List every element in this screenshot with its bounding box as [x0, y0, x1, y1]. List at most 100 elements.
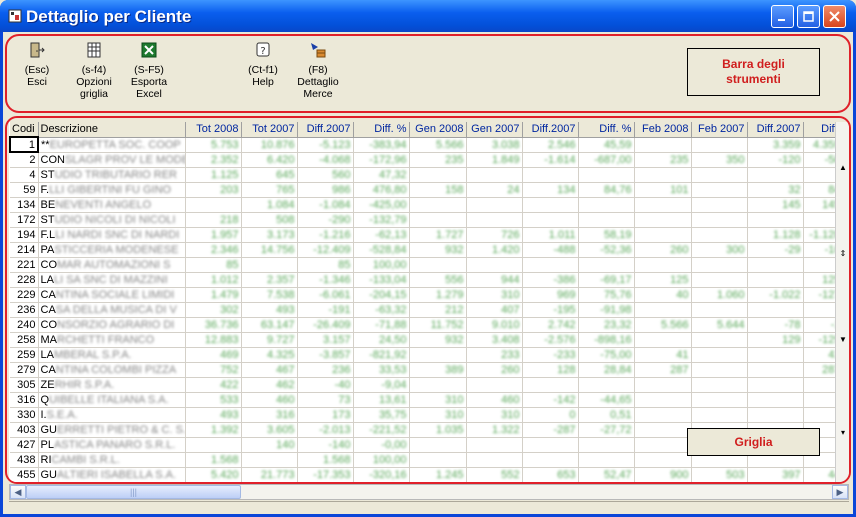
value-cell[interactable]	[691, 257, 748, 273]
value-cell[interactable]: -2.576	[522, 332, 579, 348]
value-cell[interactable]: -27,72	[578, 422, 635, 438]
value-cell[interactable]: 260	[466, 362, 523, 378]
value-cell[interactable]: 36.736	[185, 317, 242, 333]
description-cell[interactable]: GUERRETTI PIETRO & C. S.	[38, 422, 186, 438]
value-cell[interactable]	[634, 137, 692, 153]
value-cell[interactable]	[466, 377, 523, 393]
value-cell[interactable]: 35,75	[353, 407, 410, 423]
value-cell[interactable]: 3.157	[297, 332, 354, 348]
value-cell[interactable]: 493	[185, 407, 242, 423]
value-cell[interactable]: 560	[297, 167, 354, 183]
value-cell[interactable]	[803, 212, 835, 228]
table-row[interactable]: 259 LAMBERAL S.P.A. 469 4.325 -3.857 -821,92 2…	[10, 347, 835, 363]
description-cell[interactable]: CANTINA COLOMBI PIZZA	[38, 362, 186, 378]
value-cell[interactable]: 310	[409, 407, 467, 423]
client-code-cell[interactable]: 221	[10, 257, 39, 273]
value-cell[interactable]	[691, 302, 748, 318]
value-cell[interactable]	[691, 407, 748, 423]
value-cell[interactable]	[634, 332, 692, 348]
value-cell[interactable]	[634, 407, 692, 423]
value-cell[interactable]	[409, 377, 467, 393]
value-cell[interactable]	[747, 272, 804, 288]
client-code-cell[interactable]: 214	[10, 242, 39, 258]
description-cell[interactable]: COMAR AUTOMAZIONI S	[38, 257, 186, 273]
client-code-cell[interactable]: 455	[10, 467, 39, 482]
value-cell[interactable]	[466, 452, 523, 468]
value-cell[interactable]: 645	[241, 167, 298, 183]
value-cell[interactable]	[241, 257, 298, 273]
value-cell[interactable]: 752	[185, 362, 242, 378]
table-row[interactable]: 229 CANTINA SOCIALE LIMIDI 1.479 7.538 -6.06…	[10, 287, 835, 303]
value-cell[interactable]: -44,65	[578, 392, 635, 408]
table-row[interactable]: 258 MARCHETTI FRANCO 12.883 9.727 3.157 24,50…	[10, 332, 835, 348]
value-cell[interactable]: 3.173	[241, 227, 298, 243]
client-code-cell[interactable]: 194	[10, 227, 39, 243]
description-cell[interactable]: **EUROPETTA SOC. COOP	[38, 137, 186, 153]
value-cell[interactable]: 533	[185, 392, 242, 408]
value-cell[interactable]: 986	[297, 182, 354, 198]
value-cell[interactable]: -17.353	[297, 467, 354, 482]
value-cell[interactable]	[747, 392, 804, 408]
value-cell[interactable]: 1.035	[409, 422, 467, 438]
client-code-cell[interactable]: 316	[10, 392, 39, 408]
client-code-cell[interactable]: 172	[10, 212, 39, 228]
value-cell[interactable]	[691, 197, 748, 213]
client-code-cell[interactable]: 134	[10, 197, 39, 213]
value-cell[interactable]	[185, 437, 242, 453]
value-cell[interactable]: 310	[466, 287, 523, 303]
value-cell[interactable]: -132,79	[353, 212, 410, 228]
value-cell[interactable]: -821,92	[353, 347, 410, 363]
value-cell[interactable]: 3.359	[747, 137, 804, 153]
value-cell[interactable]	[634, 452, 692, 468]
value-cell[interactable]: 1.568	[297, 452, 354, 468]
export-excel-button[interactable]: (S-F5) Esporta Excel	[125, 42, 173, 100]
value-cell[interactable]: -75,00	[578, 347, 635, 363]
value-cell[interactable]	[522, 257, 579, 273]
value-cell[interactable]: 4.325	[241, 347, 298, 363]
value-cell[interactable]: 3.038	[466, 137, 523, 153]
value-cell[interactable]: 287	[803, 362, 835, 378]
value-cell[interactable]: 9.727	[241, 332, 298, 348]
value-cell[interactable]: 2.357	[241, 272, 298, 288]
value-cell[interactable]: 235	[409, 152, 467, 168]
value-cell[interactable]: 85	[297, 257, 354, 273]
value-cell[interactable]: 1.012	[185, 272, 242, 288]
value-cell[interactable]	[634, 227, 692, 243]
client-code-cell[interactable]: 2	[10, 152, 39, 168]
value-cell[interactable]	[691, 392, 748, 408]
value-cell[interactable]: 101	[634, 182, 692, 198]
value-cell[interactable]	[522, 452, 579, 468]
table-row[interactable]: 316 QUIBELLE ITALIANA S.A. 533 460 73 13,61 31…	[10, 392, 835, 408]
description-cell[interactable]: GUALTIERI ISABELLA S.A.	[38, 467, 186, 482]
value-cell[interactable]	[522, 377, 579, 393]
description-cell[interactable]: MARCHETTI FRANCO	[38, 332, 186, 348]
value-cell[interactable]: 552	[466, 467, 523, 482]
value-cell[interactable]: -687,00	[578, 152, 635, 168]
value-cell[interactable]: 5.644	[691, 317, 748, 333]
value-cell[interactable]: -120	[747, 152, 804, 168]
description-cell[interactable]: F.LLI NARDI SNC DI NARDI	[38, 227, 186, 243]
client-code-cell[interactable]: 305	[10, 377, 39, 393]
client-code-cell[interactable]: 240	[10, 317, 39, 333]
value-cell[interactable]: 1.957	[185, 227, 242, 243]
value-cell[interactable]	[409, 197, 467, 213]
value-cell[interactable]	[634, 197, 692, 213]
client-code-cell[interactable]: 59	[10, 182, 39, 198]
value-cell[interactable]: -69,17	[578, 272, 635, 288]
value-cell[interactable]	[578, 167, 635, 183]
value-cell[interactable]: 236	[297, 362, 354, 378]
value-cell[interactable]: 469	[185, 347, 242, 363]
value-cell[interactable]	[634, 257, 692, 273]
table-row[interactable]: 305 ZERHIR S.P.A. 422 462 -40 -9,04	[10, 377, 835, 393]
value-cell[interactable]: 13,61	[353, 392, 410, 408]
table-row[interactable]: 236 CASA DELLA MUSICA DI V 302 493 -191 -63,3…	[10, 302, 835, 318]
value-cell[interactable]	[747, 407, 804, 423]
value-cell[interactable]	[803, 257, 835, 273]
scroll-down-fast-icon[interactable]: ▼	[837, 334, 849, 346]
value-cell[interactable]: 2.352	[185, 152, 242, 168]
description-cell[interactable]: I.S.E.A.	[38, 407, 186, 423]
value-cell[interactable]: -1.216	[297, 227, 354, 243]
value-cell[interactable]	[803, 302, 835, 318]
column-header[interactable]: Diff.	[803, 122, 835, 138]
value-cell[interactable]: 158	[409, 182, 467, 198]
